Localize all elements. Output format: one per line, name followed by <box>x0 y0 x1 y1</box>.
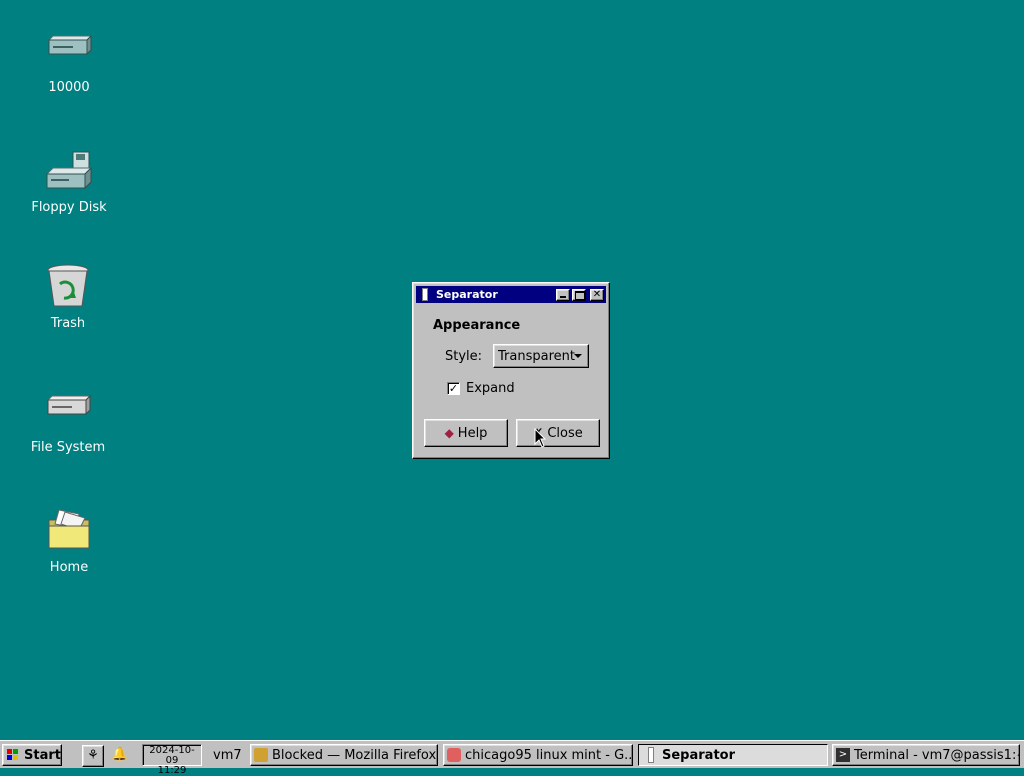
firefox-icon <box>254 748 268 762</box>
maximize-icon <box>575 290 585 300</box>
task-label: Blocked — Mozilla Firefox <box>272 747 437 763</box>
network-icon[interactable]: ⚘ <box>82 745 104 767</box>
task-label: chicago95 linux mint - G... <box>465 747 633 763</box>
browser-tab-icon <box>447 748 461 762</box>
floppy-drive-icon <box>45 146 93 194</box>
desktop-icon-floppy-disk[interactable]: Floppy Disk <box>19 146 119 215</box>
desktop-icon-label: Floppy Disk <box>31 200 107 215</box>
dialog-title: Separator <box>436 288 498 301</box>
desktop-icon-trash[interactable]: Trash <box>18 262 118 331</box>
expand-label: Expand <box>466 381 515 396</box>
desktop-icon-label: Home <box>49 560 89 575</box>
chevron-down-icon <box>574 354 582 358</box>
close-icon: ✕ <box>592 288 602 300</box>
help-book-icon: ◆ <box>444 426 454 440</box>
task-firefox[interactable]: Blocked — Mozilla Firefox <box>250 744 438 766</box>
checkmark-icon: ✓ <box>448 382 459 395</box>
desktop-icon-file-system[interactable]: File System <box>18 386 118 455</box>
clock[interactable]: 2024-10-09 11:29 <box>142 744 202 776</box>
separator-icon <box>422 288 428 301</box>
drive-icon <box>45 26 93 74</box>
help-button[interactable]: ◆ Help <box>424 419 508 447</box>
expand-checkbox[interactable]: ✓ <box>447 382 460 395</box>
style-select-value: Transparent <box>498 348 575 364</box>
maximize-button[interactable] <box>572 288 586 301</box>
desktop-icon-label: 10000 <box>48 80 90 95</box>
minimize-icon <box>560 295 566 298</box>
start-button[interactable]: Start <box>2 744 62 766</box>
separator-icon <box>648 747 654 763</box>
appearance-heading: Appearance <box>433 318 521 333</box>
help-button-label: Help <box>457 425 488 441</box>
close-button[interactable]: ✗ Close <box>516 419 600 447</box>
style-select[interactable]: Transparent <box>493 344 589 368</box>
workspace-switcher[interactable]: vm7 <box>210 744 242 766</box>
dialog-titlebar[interactable]: Separator ✕ <box>416 286 606 303</box>
task-chicago95-search[interactable]: chicago95 linux mint - G... <box>443 744 633 766</box>
workspace-label: vm7 <box>213 747 242 763</box>
desktop-icon-10000[interactable]: 10000 <box>19 26 119 95</box>
desktop-icon-label: Trash <box>50 316 86 331</box>
taskbar: Start ⚘ 🔔 2024-10-09 11:29 vm7 Blocked —… <box>0 740 1024 776</box>
task-terminal[interactable]: > Terminal - vm7@passis1:~ <box>832 744 1020 766</box>
notification-bell-icon[interactable]: 🔔 <box>110 745 130 765</box>
task-label: Terminal - vm7@passis1:~ <box>854 747 1020 763</box>
terminal-icon: > <box>836 748 850 762</box>
dialog-body: Appearance Style: Transparent ✓ Expand ◆… <box>416 305 606 455</box>
mouse-cursor-icon <box>534 428 546 448</box>
desktop-icon-label: File System <box>30 440 106 455</box>
style-label: Style: <box>445 349 483 364</box>
trash-icon <box>44 262 92 310</box>
task-separator[interactable]: Separator <box>638 744 828 766</box>
close-button-label: Close <box>547 425 583 441</box>
start-logo-icon <box>6 748 20 762</box>
desktop-icon-home[interactable]: Home <box>19 506 119 575</box>
folder-icon <box>45 506 93 554</box>
close-window-button[interactable]: ✕ <box>590 288 604 301</box>
task-label: Separator <box>662 747 735 763</box>
minimize-button[interactable] <box>556 288 570 301</box>
start-label: Start <box>24 747 61 763</box>
clock-date: 2024-10-09 <box>149 745 195 766</box>
drive-icon <box>44 386 92 434</box>
separator-dialog: Separator ✕ Appearance Style: Transparen… <box>412 282 610 459</box>
